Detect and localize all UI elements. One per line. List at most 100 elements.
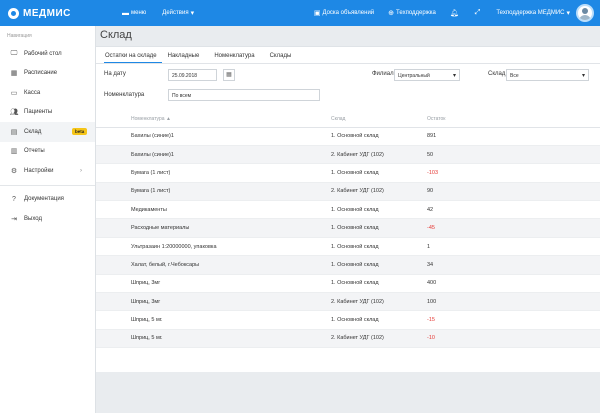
row-name: Шприц, 3мг bbox=[131, 274, 331, 294]
sidebar: Навигация 🖵︎ Рабочий стол ▦ Расписание ▭… bbox=[0, 26, 96, 413]
sidebar-item-cash[interactable]: ▭ Касса bbox=[0, 83, 95, 103]
sidebar-item-warehouse[interactable]: ▤ Склад beta bbox=[0, 122, 95, 142]
row-qty: 100 bbox=[427, 292, 600, 312]
row-qty: -10 bbox=[427, 329, 600, 349]
row-warehouse: 2. Кабинет УДГ (102) bbox=[331, 329, 427, 349]
board-label: Доска объявлений bbox=[322, 10, 375, 16]
warehouse-value: Все bbox=[510, 73, 519, 79]
support-button[interactable]: ⊕ Техподдержка bbox=[388, 9, 436, 17]
row-name: Медикаменты bbox=[131, 200, 331, 220]
top-bar: МЕДМИС ▬ меню Действия ▾ ▣ Доска объявле… bbox=[0, 0, 600, 26]
table-row[interactable]: Бахилы (синие)1 2. Кабинет УДГ (102) 50 bbox=[96, 145, 600, 165]
user-name: Техподдержка МЕДМИС bbox=[496, 10, 565, 16]
row-qty: -103 bbox=[427, 163, 600, 183]
table-row[interactable]: Бахилы (синие)1 1. Основной склад 891 bbox=[96, 127, 600, 146]
tab-invoices[interactable]: Накладные bbox=[168, 47, 209, 63]
plus-circle-icon: ⊕ bbox=[388, 10, 395, 17]
warehouse-card: Остатки на складе Накладные Номенклатура… bbox=[96, 46, 600, 372]
table-row[interactable]: Ультразаин 1:20000000, упаковка 1. Основн… bbox=[96, 237, 600, 257]
bar-chart-icon: ▥ bbox=[10, 148, 18, 156]
col-nomenclature[interactable]: Номенклатура ▲ bbox=[131, 111, 331, 128]
page-title: Склад bbox=[100, 29, 132, 41]
date-input[interactable]: 25.09.2018 bbox=[168, 69, 217, 81]
table-row[interactable]: Бумага (1 лист) 1. Основной склад -103 bbox=[96, 163, 600, 183]
sidebar-item-desktop[interactable]: 🖵︎ Рабочий стол bbox=[0, 44, 95, 64]
branch-value: Центральный bbox=[398, 73, 430, 79]
sidebar-item-settings[interactable]: ⚙ Настройки › bbox=[0, 161, 95, 181]
col-qty[interactable]: Остаток bbox=[427, 111, 600, 128]
warehouse-select[interactable]: Все bbox=[506, 69, 589, 81]
board-button[interactable]: ▣ Доска объявлений bbox=[314, 9, 374, 17]
table-row[interactable]: Шприц, 3мг 1. Основной склад 400 bbox=[96, 274, 600, 294]
table-row[interactable]: Шприц, 3мг 2. Кабинет УДГ (102) 100 bbox=[96, 292, 600, 312]
chevron-down-icon: ▾ bbox=[566, 10, 570, 17]
row-qty: 42 bbox=[427, 200, 600, 220]
logout-icon: ⇥ bbox=[11, 215, 17, 223]
help-circle-icon: ? bbox=[12, 195, 16, 203]
row-qty: 90 bbox=[427, 182, 600, 202]
sidebar-item-schedule[interactable]: ▦ Расписание bbox=[0, 64, 95, 84]
sidebar-item-label: Настройки bbox=[24, 167, 54, 174]
tab-stock[interactable]: Остатки на складе bbox=[104, 47, 162, 63]
row-name: Бахилы (синие)1 bbox=[131, 145, 331, 165]
row-name: Халат, белый, г.Чебоксары bbox=[131, 255, 331, 275]
row-warehouse: 1. Основной склад bbox=[331, 310, 427, 330]
row-name: Бумага (1 лист) bbox=[131, 163, 331, 183]
sidebar-item-label: Пациенты bbox=[24, 109, 53, 116]
row-qty: 1 bbox=[427, 237, 600, 257]
branch-select[interactable]: Центральный bbox=[394, 69, 460, 81]
actions-label: Действия bbox=[162, 10, 189, 16]
sidebar-item-label: Касса bbox=[24, 89, 41, 96]
app-name: МЕДМИС bbox=[23, 7, 71, 19]
calendar-icon[interactable]: ▦ bbox=[223, 69, 235, 81]
row-warehouse: 1. Основной склад bbox=[331, 218, 427, 238]
filters: На дату 25.09.2018 ▦ Филиал Центральный … bbox=[96, 64, 600, 110]
sidebar-item-label: Документация bbox=[24, 196, 64, 203]
col-warehouse[interactable]: Склад bbox=[331, 111, 427, 128]
sidebar-item-reports[interactable]: ▥ Отчеты bbox=[0, 142, 95, 162]
clipboard-icon: ▣ bbox=[313, 10, 321, 17]
row-name: Расходные материалы bbox=[131, 218, 331, 238]
table-row[interactable]: Бумага (1 лист) 2. Кабинет УДГ (102) 90 bbox=[96, 182, 600, 202]
row-warehouse: 1. Основной склад bbox=[331, 274, 427, 294]
row-qty: -15 bbox=[427, 310, 600, 330]
monitor-icon: 🖵︎ bbox=[10, 49, 18, 57]
avatar[interactable] bbox=[576, 4, 594, 22]
calendar-icon: ▦ bbox=[10, 70, 18, 78]
table-row[interactable]: Шприц, 5 мг. 2. Кабинет УДГ (102) -10 bbox=[96, 329, 600, 349]
fullscreen-button[interactable]: ⤢ bbox=[475, 9, 483, 17]
row-name: Бумага (1 лист) bbox=[131, 182, 331, 202]
row-qty: 50 bbox=[427, 145, 600, 165]
tab-warehouses[interactable]: Склады bbox=[270, 47, 301, 63]
app-logo[interactable]: МЕДМИС bbox=[0, 7, 96, 19]
row-warehouse: 1. Основной склад bbox=[331, 127, 427, 146]
support-label: Техподдержка bbox=[396, 10, 436, 16]
tab-bar: Остатки на складе Накладные Номенклатура… bbox=[96, 47, 600, 64]
row-warehouse: 1. Основной склад bbox=[331, 237, 427, 257]
main-content: Склад Остатки на складе Накладные Номенк… bbox=[96, 26, 600, 413]
menu-button[interactable]: ▬ меню bbox=[122, 10, 146, 17]
cash-icon: ▭ bbox=[10, 89, 18, 97]
gear-icon: ⚙ bbox=[10, 167, 18, 175]
menu-icon: ▬ bbox=[122, 9, 129, 17]
tab-nomenclature[interactable]: Номенклатура bbox=[214, 47, 263, 63]
row-warehouse: 1. Основной склад bbox=[331, 163, 427, 183]
sidebar-item-patients[interactable]: 👥︎ Пациенты bbox=[0, 103, 95, 123]
row-name: Шприц, 5 мг. bbox=[131, 329, 331, 349]
sidebar-item-docs[interactable]: ? Документация bbox=[0, 190, 95, 210]
table-row[interactable]: Халат, белый, г.Чебоксары 1. Основной скл… bbox=[96, 255, 600, 275]
user-menu[interactable]: Техподдержка МЕДМИС ▾ bbox=[496, 9, 572, 17]
row-warehouse: 1. Основной склад bbox=[331, 255, 427, 275]
stock-table: Номенклатура ▲ Склад Остаток Бахилы (син… bbox=[96, 111, 600, 349]
actions-dropdown[interactable]: Действия ▾ bbox=[162, 9, 196, 17]
row-name: Бахилы (синие)1 bbox=[131, 127, 331, 146]
sidebar-item-exit[interactable]: ⇥ Выход bbox=[0, 209, 95, 229]
table-row[interactable]: Медикаменты 1. Основной склад 42 bbox=[96, 200, 600, 220]
table-row[interactable]: Шприц, 5 мг. 1. Основной склад -15 bbox=[96, 310, 600, 330]
row-warehouse: 1. Основной склад bbox=[331, 200, 427, 220]
table-row[interactable]: Расходные материалы 1. Основной склад -45 bbox=[96, 218, 600, 238]
notifications-button[interactable]: 🔔︎ bbox=[450, 9, 461, 17]
nomenclature-input[interactable]: По всем bbox=[168, 89, 320, 101]
row-qty: 891 bbox=[427, 127, 600, 146]
row-qty: 400 bbox=[427, 274, 600, 294]
